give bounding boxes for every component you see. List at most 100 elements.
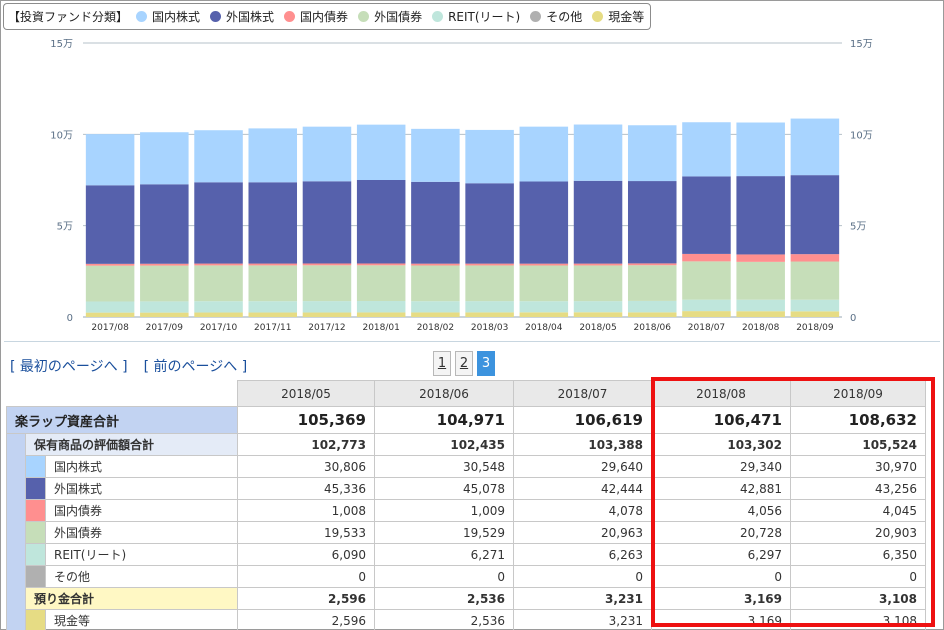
y-tick-label-left: 10万 (50, 130, 73, 141)
section-divider (4, 341, 940, 342)
color-swatch (25, 521, 46, 544)
legend-item-domestic-bond[interactable]: 国内債券 (284, 8, 348, 25)
asset-value: 42,881 (651, 477, 791, 500)
bar-segment (302, 263, 352, 266)
bar-segment (519, 312, 569, 317)
bar-segment (465, 301, 514, 313)
deposit-value: 3,169 (651, 587, 791, 610)
bar-segment (627, 263, 677, 266)
asset-value: 45,336 (237, 477, 375, 500)
legend-item-reit[interactable]: REIT(リート) (432, 8, 520, 25)
y-tick-label-left: 5万 (57, 222, 73, 233)
bar-segment (194, 182, 243, 264)
bar-segment (356, 180, 406, 264)
bar-segment (411, 181, 460, 264)
circle-icon (530, 11, 542, 22)
asset-value: 0 (513, 565, 652, 588)
bar-segment (465, 312, 514, 317)
deposit-value: 3,231 (513, 587, 652, 610)
month-header: 2018/05 (237, 380, 375, 407)
bar-segment (411, 312, 460, 317)
bar-segment (140, 132, 189, 185)
bar-segment (682, 253, 731, 262)
bar-segment (248, 263, 298, 266)
total-value: 104,971 (374, 406, 514, 434)
bar-segment (140, 263, 189, 266)
bar-segment (194, 265, 243, 302)
legend-item-domestic-stock[interactable]: 国内株式 (136, 8, 200, 25)
x-tick-label: 2018/06 (634, 323, 672, 333)
bar-segment (140, 265, 189, 302)
x-tick-label: 2018/03 (471, 323, 508, 333)
bar-segment (627, 300, 677, 313)
bar-segment (519, 265, 569, 302)
bar-segment (411, 263, 460, 266)
x-tick-label: 2018/07 (688, 323, 725, 333)
table-row: その他 0 0 0 0 0 (7, 565, 926, 588)
x-tick-label: 2017/10 (200, 323, 238, 333)
bar-segment (682, 122, 731, 177)
circle-icon (210, 11, 222, 22)
table-row: 現金等 2,596 2,536 3,231 3,169 3,108 (7, 609, 926, 630)
x-tick-label: 2018/08 (742, 323, 780, 333)
asset-table: 2018/05 2018/06 2018/07 2018/08 2018/09 楽ラップ資… (6, 380, 926, 630)
legend-title: 【投資ファンド分類】 (8, 10, 129, 24)
asset-label: REIT(リート) (45, 543, 238, 566)
table-row: 国内債券 1,008 1,009 4,078 4,056 4,045 (7, 499, 926, 522)
bar-segment (519, 126, 569, 182)
bar-segment (682, 261, 731, 300)
legend-item-other[interactable]: その他 (530, 8, 582, 25)
total-value: 108,632 (790, 406, 926, 434)
asset-value: 3,231 (513, 609, 652, 630)
total-label: 楽ラップ資産合計 (6, 406, 238, 434)
bar-segment (682, 311, 731, 317)
x-tick-label: 2018/04 (525, 323, 563, 333)
asset-value: 20,963 (513, 521, 652, 544)
table-row: 外国株式 45,336 45,078 42,444 42,881 43,256 (7, 477, 926, 500)
bar-segment (248, 182, 298, 264)
y-tick-label-right: 0 (850, 313, 856, 324)
x-tick-label: 2017/12 (308, 323, 345, 333)
y-tick-label-right: 5万 (850, 222, 866, 233)
bar-segment (302, 265, 352, 302)
page-3-button[interactable]: 3 (477, 351, 495, 376)
bar-segment (573, 263, 623, 266)
bar-segment (736, 299, 785, 312)
first-page-link[interactable]: 最初のページへ (20, 359, 118, 375)
legend-item-foreign-bond[interactable]: 外国債券 (358, 8, 422, 25)
asset-label: 外国株式 (45, 477, 238, 500)
bar-segment (736, 122, 785, 177)
bar-segment (790, 299, 840, 312)
prev-page-link[interactable]: 前のページへ (154, 359, 238, 375)
x-tick-label: 2018/01 (362, 323, 399, 333)
deposit-label: 預り金合計 (25, 587, 238, 610)
legend-item-foreign-stock[interactable]: 外国株式 (210, 8, 274, 25)
asset-value: 4,056 (651, 499, 791, 522)
asset-value: 6,350 (790, 543, 926, 566)
bar-segment (302, 301, 352, 313)
bar-segment (194, 263, 243, 266)
bar-segment (85, 185, 135, 264)
asset-label: 現金等 (45, 609, 238, 630)
chart-legend: 【投資ファンド分類】 国内株式 外国株式 国内債券 外国債券 REIT(リート)… (3, 3, 652, 30)
asset-value: 1,008 (237, 499, 375, 522)
holdings-value: 103,388 (513, 433, 652, 456)
bar-segment (573, 180, 623, 264)
color-swatch (25, 477, 46, 500)
bar-segment (627, 265, 677, 301)
bar-segment (627, 181, 677, 264)
page-nav: [ 最初のページへ ] [ 前のページへ ] (10, 359, 248, 375)
page-1-button[interactable]: 1 (433, 351, 451, 376)
table-row: 国内株式 30,806 30,548 29,640 29,340 30,970 (7, 455, 926, 478)
asset-value: 30,548 (374, 455, 514, 478)
page-2-button[interactable]: 2 (455, 351, 473, 376)
asset-label: その他 (45, 565, 238, 588)
legend-item-cash[interactable]: 現金等 (592, 8, 644, 25)
bar-segment (465, 265, 514, 302)
bar-segment (790, 254, 840, 262)
bar-segment (356, 312, 406, 317)
asset-value: 30,970 (790, 455, 926, 478)
bar-segment (85, 263, 135, 266)
bar-segment (140, 312, 189, 317)
month-header: 2018/08 (651, 380, 791, 407)
